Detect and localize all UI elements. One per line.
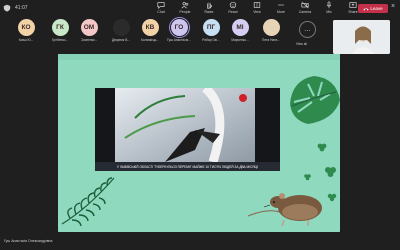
toolbar-react-button[interactable]: React xyxy=(222,1,244,17)
participant-tile[interactable]: Дворник В... xyxy=(110,19,132,42)
toolbar-label: Raise xyxy=(204,10,214,14)
avatar xyxy=(262,19,280,36)
presenter-name: Гуш Анастасія Олександрівна xyxy=(4,239,53,243)
avatar: КО xyxy=(17,19,35,36)
participant-name: Марченко... xyxy=(231,38,249,42)
participant-name: Гребенко... xyxy=(51,38,69,42)
camera-icon xyxy=(301,1,309,9)
meeting-timer: 41:07 xyxy=(3,4,28,12)
self-video-tile[interactable] xyxy=(333,20,390,54)
participant-tile[interactable]: ПГ Рибар Сві... xyxy=(200,19,222,42)
participant-name: Осипенко... xyxy=(80,38,98,42)
more-icon xyxy=(278,4,284,6)
phone-hangup-icon xyxy=(363,7,369,10)
toolbar-camera-button[interactable]: Camera xyxy=(294,1,316,17)
toolbar-people-button[interactable]: People xyxy=(174,1,196,17)
chat-icon xyxy=(157,2,165,9)
participant-name: Коломієць... xyxy=(141,38,159,42)
participant-name: Пета Ната... xyxy=(262,38,280,42)
video-frame-image xyxy=(95,88,280,171)
shield-icon xyxy=(3,4,11,12)
avatar: ГО xyxy=(168,17,190,38)
avatar: МІ xyxy=(231,19,249,36)
participant-tile[interactable]: МІ Марченко... xyxy=(229,19,251,42)
view-all-label: View all xyxy=(296,42,307,46)
participant-tile[interactable]: Пета Ната... xyxy=(260,19,282,42)
view-all-button[interactable]: … xyxy=(299,21,316,38)
self-video-image xyxy=(333,20,390,54)
participant-name: Дворник В... xyxy=(112,38,130,42)
mic-icon xyxy=(326,1,332,9)
toolbar-more-button[interactable]: More xyxy=(270,1,292,17)
meeting-toolbar: 41:07 Chat People Raise React View More Camera… xyxy=(0,0,400,18)
react-icon xyxy=(229,1,237,9)
toolbar-label: React xyxy=(228,10,238,14)
toolbar-view-button[interactable]: View xyxy=(246,1,268,17)
close-icon[interactable]: × xyxy=(391,3,395,10)
raise-hand-icon xyxy=(207,2,212,9)
toolbar-raise-button[interactable]: Raise xyxy=(198,1,220,17)
participant-name: Ковш Ю... xyxy=(18,38,34,42)
meeting-time: 41:07 xyxy=(15,5,28,11)
toolbar-mic-button[interactable]: Mic xyxy=(318,1,340,17)
embedded-video[interactable]: У ЛЬВІВСЬКІЙ ОБЛАСТІ ТУБЕРКУЛЬОЗ ПЕРЕМІГ… xyxy=(95,88,280,171)
toolbar-label: Share xyxy=(348,10,358,14)
toolbar-label: More xyxy=(277,10,285,14)
participant-tile[interactable]: ГО Гуш Анастасія... xyxy=(167,17,191,42)
video-caption: У ЛЬВІВСЬКІЙ ОБЛАСТІ ТУБЕРКУЛЬОЗ ПЕРЕМІГ… xyxy=(95,162,280,171)
leave-label: Leave xyxy=(370,6,383,11)
toolbar-chat-button[interactable]: Chat xyxy=(150,1,172,17)
avatar: ОМ xyxy=(80,19,98,36)
participant-tile[interactable]: КВ Коломієць... xyxy=(139,19,161,42)
toolbar-label: Mic xyxy=(326,10,332,14)
view-icon xyxy=(253,2,261,8)
avatar xyxy=(112,19,130,36)
share-icon xyxy=(349,2,357,8)
participant-tile[interactable]: ГК Гребенко... xyxy=(49,19,71,42)
toolbar-label: People xyxy=(179,10,191,14)
participant-name: Гуш Анастасія... xyxy=(167,38,191,42)
people-icon xyxy=(181,2,189,9)
leave-button[interactable]: Leave xyxy=(358,4,388,13)
shared-screen: У ЛЬВІВСЬКІЙ ОБЛАСТІ ТУБЕРКУЛЬОЗ ПЕРЕМІГ… xyxy=(58,54,340,232)
toolbar-label: View xyxy=(253,10,261,14)
avatar: КВ xyxy=(141,19,159,36)
avatar: ПГ xyxy=(202,19,220,36)
participant-name: Рибар Сві... xyxy=(202,38,220,42)
avatar: ГК xyxy=(51,19,69,36)
participant-tile[interactable]: ОМ Осипенко... xyxy=(78,19,100,42)
participant-tile[interactable]: КО Ковш Ю... xyxy=(15,19,37,42)
toolbar-label: Chat xyxy=(157,10,165,14)
toolbar-label: Camera xyxy=(298,10,312,14)
